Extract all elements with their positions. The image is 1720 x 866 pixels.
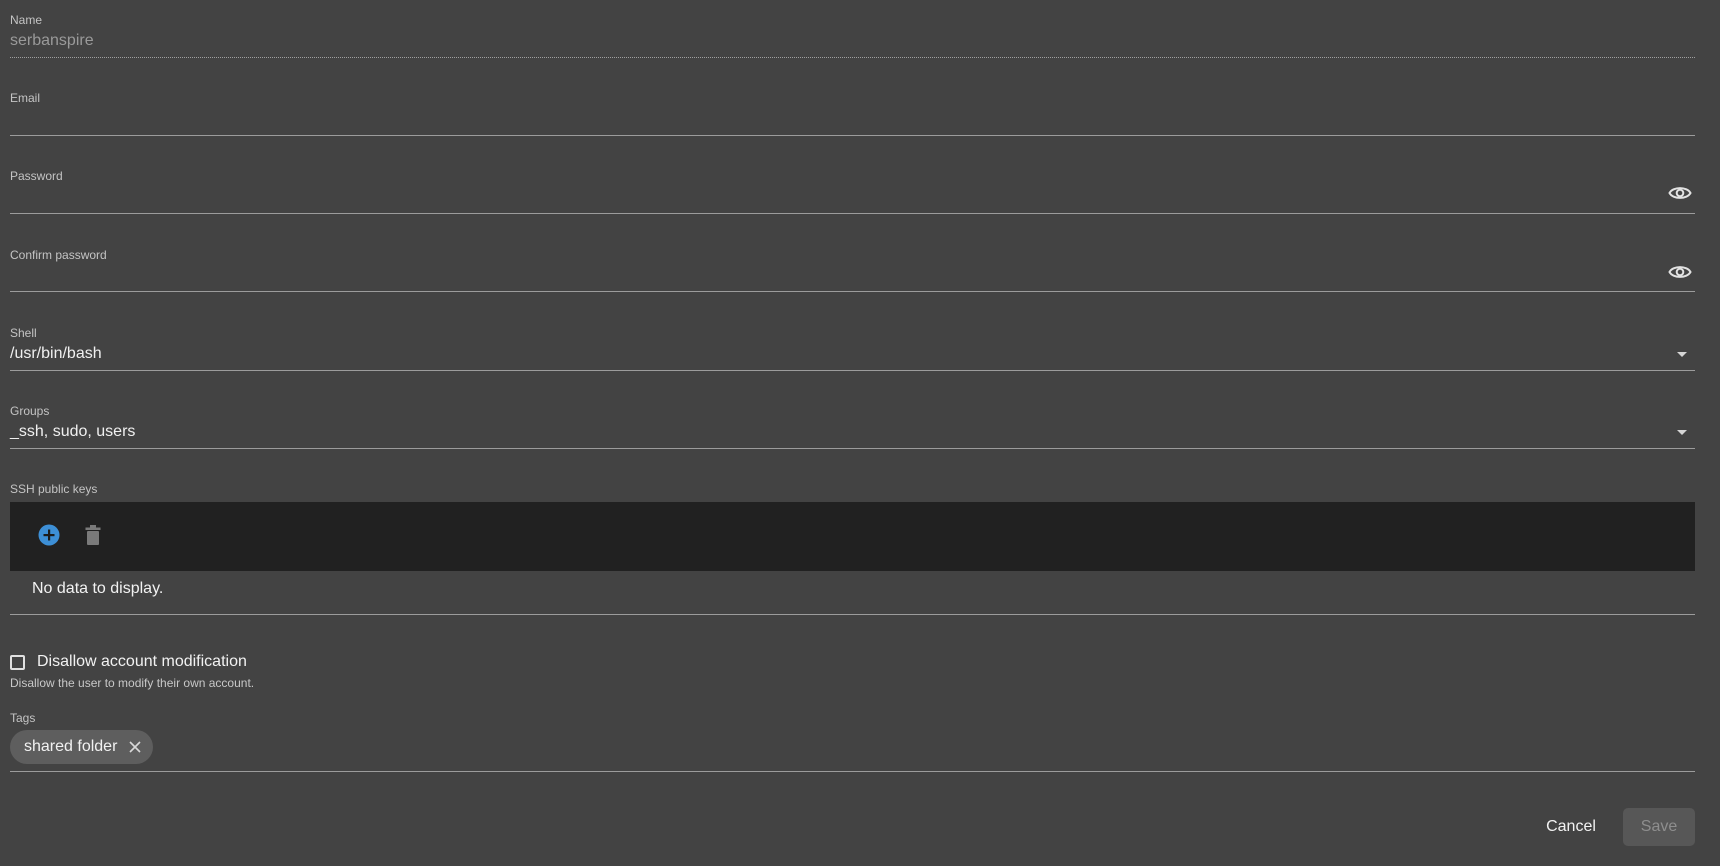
shell-select[interactable]: /usr/bin/bash xyxy=(10,340,1695,370)
name-label: Name xyxy=(10,13,43,27)
ssh-keys-underline xyxy=(10,614,1695,615)
show-password-eye-icon[interactable] xyxy=(1668,184,1692,202)
ssh-keys-empty-text: No data to display. xyxy=(32,580,164,597)
confirm-password-underline xyxy=(10,291,1695,292)
email-label: Email xyxy=(10,91,41,105)
shell-value: /usr/bin/bash xyxy=(10,345,102,362)
trash-icon[interactable] xyxy=(83,524,103,546)
user-edit-form: Name serbanspire Email Password Confirm … xyxy=(0,0,1720,866)
save-button[interactable]: Save xyxy=(1623,808,1695,846)
disallow-modification-label[interactable]: Disallow account modification xyxy=(37,653,247,671)
tags-input[interactable] xyxy=(160,730,1695,770)
shell-label: Shell xyxy=(10,326,37,340)
groups-chevron-down-icon[interactable] xyxy=(1677,430,1687,435)
name-underline xyxy=(10,57,1695,58)
ssh-keys-label: SSH public keys xyxy=(10,482,98,496)
email-underline xyxy=(10,135,1695,136)
groups-select[interactable]: _ssh, sudo, users xyxy=(10,418,1695,448)
tags-label: Tags xyxy=(10,711,36,725)
remove-tag-close-icon[interactable] xyxy=(127,739,143,755)
password-underline xyxy=(10,213,1695,214)
ssh-keys-toolbar xyxy=(10,502,1695,571)
confirm-password-field[interactable] xyxy=(10,261,1695,291)
password-label: Password xyxy=(10,169,63,183)
shell-chevron-down-icon[interactable] xyxy=(1677,352,1687,357)
disallow-modification-hint: Disallow the user to modify their own ac… xyxy=(10,676,255,690)
tag-chip-label: shared folder xyxy=(24,738,118,755)
groups-underline xyxy=(10,448,1695,449)
groups-value: _ssh, sudo, users xyxy=(10,423,136,440)
name-value: serbanspire xyxy=(10,32,94,49)
cancel-button[interactable]: Cancel xyxy=(1533,808,1609,846)
groups-label: Groups xyxy=(10,404,50,418)
disallow-modification-checkbox[interactable] xyxy=(10,655,25,670)
show-confirm-password-eye-icon[interactable] xyxy=(1668,263,1692,281)
confirm-password-label: Confirm password xyxy=(10,248,107,262)
email-field[interactable] xyxy=(10,104,1695,134)
password-field[interactable] xyxy=(10,182,1695,212)
tag-chip[interactable]: shared folder xyxy=(10,730,154,764)
add-circle-icon[interactable] xyxy=(38,524,60,546)
shell-underline xyxy=(10,370,1695,371)
tags-underline xyxy=(10,771,1695,772)
